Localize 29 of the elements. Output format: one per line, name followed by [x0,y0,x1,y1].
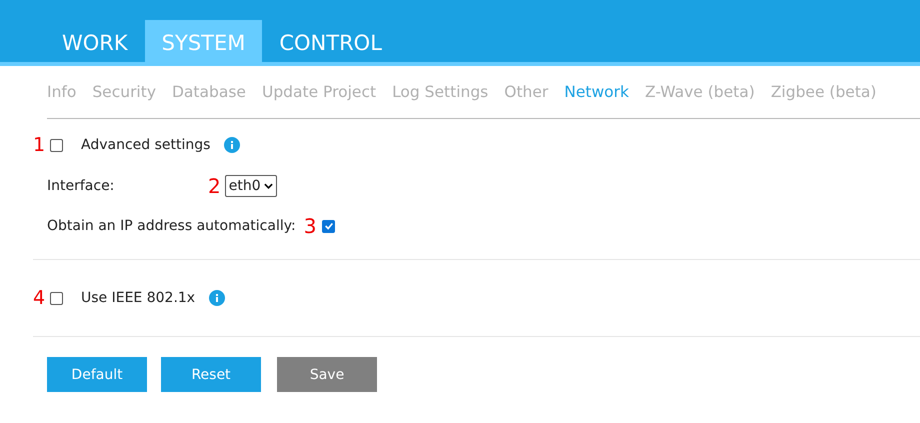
section-tab[interactable]: Z-Wave (beta) [644,83,755,101]
interface-dropdown[interactable]: eth0 [224,175,277,197]
section-tab[interactable]: Database [172,83,246,101]
checkbox[interactable] [322,220,336,232]
annotation-number: 1 [33,136,46,154]
main-tab[interactable]: SYSTEM [144,20,262,62]
main-tab[interactable]: WORK [45,20,145,62]
section-tab[interactable]: Zigbee (beta) [770,83,876,101]
annotation-number: 3 [304,216,316,236]
action-button[interactable]: Reset [161,357,261,392]
checkbox-label: Obtain an IP address automatically: [47,218,296,234]
main-tab[interactable]: CONTROL [262,20,399,62]
action-button[interactable]: Default [47,357,147,392]
info-icon[interactable] [224,137,240,153]
chevron-down-icon [264,183,273,189]
field-label: Interface: [47,178,116,194]
info-icon[interactable] [209,290,226,306]
section-tab[interactable]: Other [504,83,548,101]
section-tab[interactable]: Security [92,83,156,101]
checkbox-label: Use IEEE 802.1x [81,290,196,306]
section-tab[interactable]: Network [564,83,629,101]
annotation-number: 2 [208,176,221,196]
checkbox[interactable] [50,138,63,152]
section-tab[interactable]: Info [47,83,76,101]
annotation-number: 4 [33,288,46,308]
checkbox-label: Advanced settings [81,137,210,153]
section-tab[interactable]: Update Project [262,83,376,101]
checkbox[interactable] [50,292,63,304]
section-tab[interactable]: Log Settings [392,83,488,101]
